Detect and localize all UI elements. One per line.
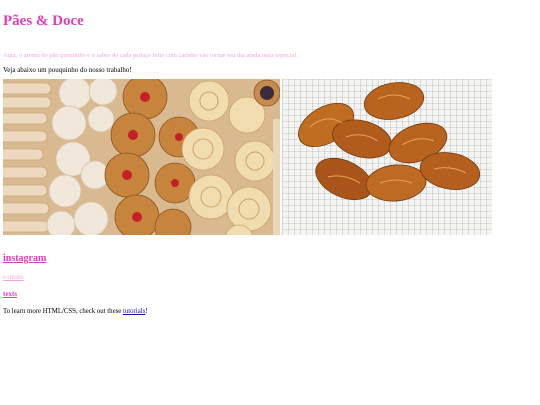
pastries-image — [3, 79, 280, 235]
instagram-link[interactable]: instagram — [3, 253, 537, 265]
texts-link[interactable]: texts — [3, 290, 537, 299]
site-title: Pães & Doce — [3, 13, 84, 29]
learn-more-suffix: ! — [145, 308, 148, 315]
pastries-photo — [3, 79, 280, 235]
tagline: Aqui, o aroma do pão quentinho e o sabor… — [3, 52, 298, 59]
intro-text: Veja abaixo um pouquinho do nosso trabal… — [3, 66, 132, 74]
page: Pães & Doce Aqui, o aroma do pão quentin… — [0, 0, 540, 316]
croissants-image — [282, 79, 492, 235]
tutorials-link[interactable]: tutorials — [123, 308, 145, 315]
croissants-photo — [282, 79, 492, 235]
learn-more-prefix: To learn more HTML/CSS, check out these — [3, 308, 123, 315]
learn-more-text: To learn more HTML/CSS, check out these … — [3, 307, 537, 316]
contact-link[interactable]: contato — [3, 273, 537, 282]
photo-gallery — [3, 79, 537, 235]
